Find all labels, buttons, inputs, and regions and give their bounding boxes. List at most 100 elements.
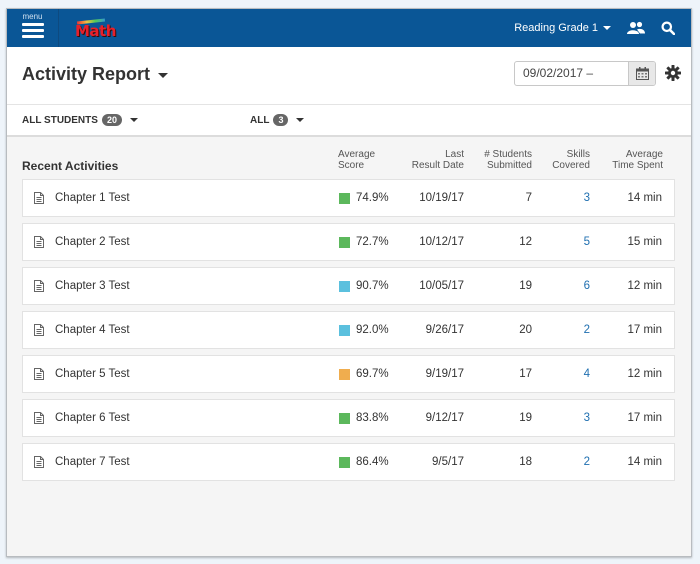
column-header-line: # Students [484,149,532,160]
students-submitted: 18 [519,456,532,468]
column-header-students[interactable]: # Students Submitted [484,149,532,171]
activity-row[interactable]: Chapter 5 Test 69.7% 9/19/17 17 4 12 min [22,355,675,393]
activity-row[interactable]: Chapter 4 Test 92.0% 9/26/17 20 2 17 min [22,311,675,349]
grade-selector[interactable]: Reading Grade 1 [514,22,611,34]
students-count-badge: 20 [101,114,122,126]
average-time-spent: 12 min [627,368,662,380]
average-score: 92.0% [356,324,389,336]
menu-label: menu [22,12,43,21]
average-score: 74.9% [356,192,389,204]
document-icon [34,236,44,248]
date-range-value: 09/02/2017 – Today [523,66,594,80]
skills-covered-link[interactable]: 2 [584,324,590,336]
last-result-date: 9/12/17 [425,412,464,424]
calendar-button[interactable] [628,62,655,85]
students-filter[interactable]: ALL STUDENTS 20 [22,105,138,135]
app-window: menu Math Reading Grade 1 Activity Repor… [6,8,692,557]
skills-covered-link[interactable]: 3 [584,192,590,204]
chevron-down-icon [158,73,169,78]
last-result-date: 9/26/17 [425,324,464,336]
average-score: 90.7% [356,280,389,292]
column-header-skills[interactable]: Skills Covered [552,149,590,171]
hamburger-icon [21,23,44,41]
column-header-line: Score [338,160,365,171]
average-score: 83.8% [356,412,389,424]
average-score: 72.7% [356,236,389,248]
activity-name: Chapter 6 Test [55,412,130,424]
activity-count-badge: 3 [273,114,289,126]
activity-row[interactable]: Chapter 6 Test 83.8% 9/12/17 19 3 17 min [22,399,675,437]
activity-row[interactable]: Chapter 7 Test 86.4% 9/5/17 18 2 14 min [22,443,675,481]
last-result-date: 9/5/17 [432,456,464,468]
column-header-line: Result Date [411,160,464,171]
students-submitted: 20 [519,324,532,336]
last-result-date: 10/12/17 [419,236,464,248]
average-time-spent: 12 min [627,280,662,292]
last-result-date: 10/05/17 [419,280,464,292]
document-icon [34,412,44,424]
average-time-spent: 14 min [627,456,662,468]
score-indicator [339,237,350,248]
average-time-spent: 15 min [627,236,662,248]
skills-covered-link[interactable]: 2 [584,456,590,468]
document-icon [34,456,44,468]
activity-name: Chapter 5 Test [55,368,130,380]
column-header-score[interactable]: Average Score [338,149,375,171]
column-header-line: Skills [566,149,590,160]
column-header-time[interactable]: Average Time Spent [612,149,663,171]
document-icon [34,324,44,336]
skills-covered-link[interactable]: 3 [584,412,590,424]
logo-text: Math [75,22,116,40]
search-icon [661,21,675,35]
score-indicator [339,457,350,468]
logo[interactable]: Math [71,9,131,47]
chevron-down-icon [603,26,611,30]
activity-list: Chapter 1 Test 74.9% 10/19/17 7 3 14 min… [22,179,675,487]
students-submitted: 12 [519,236,532,248]
document-icon [34,192,44,204]
skills-covered-link[interactable]: 4 [584,368,590,380]
last-result-date: 9/19/17 [425,368,464,380]
search-button[interactable] [661,21,675,35]
users-button[interactable] [627,21,645,35]
menu-button[interactable]: menu [7,9,59,47]
activity-row[interactable]: Chapter 1 Test 74.9% 10/19/17 7 3 14 min [22,179,675,217]
date-range-picker[interactable]: 09/02/2017 – Today [514,61,656,86]
column-header-date[interactable]: Last Result Date [412,149,464,171]
students-submitted: 19 [519,280,532,292]
average-time-spent: 17 min [627,324,662,336]
score-indicator [339,281,350,292]
activity-row[interactable]: Chapter 2 Test 72.7% 10/12/17 12 5 15 mi… [22,223,675,261]
document-icon [34,280,44,292]
activity-row[interactable]: Chapter 3 Test 90.7% 10/05/17 19 6 12 mi… [22,267,675,305]
chevron-down-icon [129,118,138,122]
top-bar: menu Math Reading Grade 1 [7,9,691,47]
last-result-date: 10/19/17 [419,192,464,204]
column-header-line: Average [338,149,376,160]
activity-name: Chapter 1 Test [55,192,130,204]
activity-name: Chapter 2 Test [55,236,130,248]
skills-covered-link[interactable]: 5 [584,236,590,248]
skills-covered-link[interactable]: 6 [584,280,590,292]
column-header-line: Submitted [486,160,532,171]
average-score: 69.7% [356,368,389,380]
page-header: Activity Report 09/02/2017 – Today [7,47,691,105]
average-time-spent: 17 min [627,412,662,424]
column-header-line: Time Spent [612,160,663,171]
activity-filter[interactable]: ALL 3 [250,105,305,135]
document-icon [34,368,44,380]
filter-bar: ALL STUDENTS 20 ALL 3 [7,105,691,137]
activity-name: Chapter 7 Test [55,456,130,468]
average-time-spent: 14 min [627,192,662,204]
score-indicator [339,325,350,336]
settings-button[interactable] [665,65,681,86]
report-selector[interactable]: Activity Report [22,64,169,85]
calendar-icon [635,67,649,80]
activities-section: Recent Activities Average Score Last Res… [7,137,691,481]
activity-name: Chapter 3 Test [55,280,130,292]
page-title: Activity Report [22,64,151,84]
score-indicator [339,369,350,380]
score-indicator [339,413,350,424]
students-filter-label: ALL STUDENTS [22,114,98,126]
column-header-line: Covered [552,160,590,171]
